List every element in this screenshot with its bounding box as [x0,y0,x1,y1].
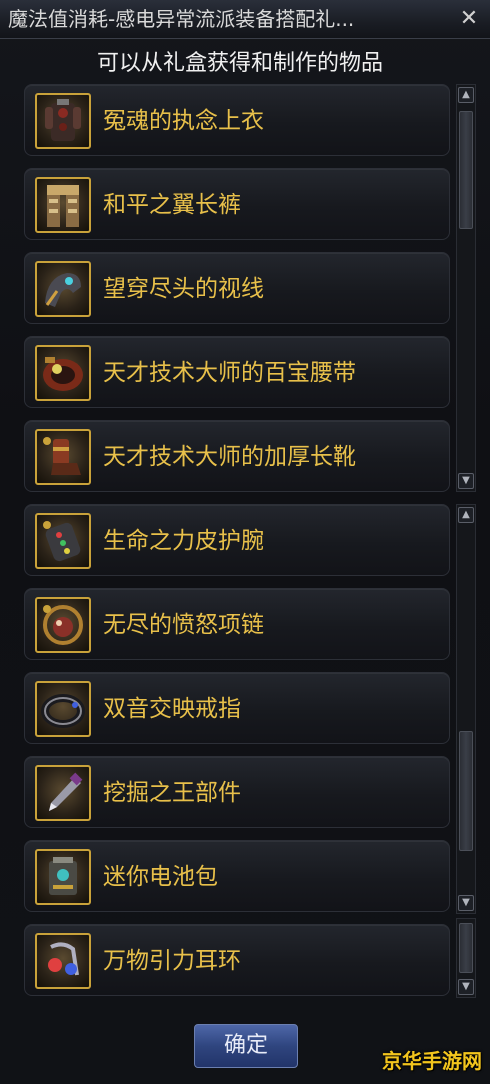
list-item[interactable]: 迷你电池包 [24,840,450,912]
scrollbar-middle[interactable]: ▲ ▼ [456,504,476,914]
battery-pack-icon [35,849,91,905]
item-name: 生命之力皮护腕 [103,528,264,554]
chevron-down-icon: ▼ [462,981,470,992]
item-name: 冤魂的执念上衣 [103,108,264,134]
armor-chest-icon [35,93,91,149]
item-name: 望穿尽头的视线 [103,276,264,302]
scroll-thumb[interactable] [459,111,473,229]
belt-icon [35,345,91,401]
chevron-up-icon: ▲ [462,509,470,520]
scrollbar-upper[interactable]: ▲ ▼ [456,84,476,492]
chevron-up-icon: ▲ [462,89,470,100]
armor-shoulder-icon [35,261,91,317]
bracer-icon [35,513,91,569]
chevron-down-icon: ▼ [462,475,470,486]
item-name: 双音交映戒指 [103,696,241,722]
scroll-down-button[interactable]: ▼ [458,979,474,995]
ok-button[interactable]: 确定 [194,1024,298,1068]
boots-icon [35,429,91,485]
necklace-icon [35,597,91,653]
item-name: 无尽的愤怒项链 [103,612,264,638]
dialog-subtitle: 可以从礼盒获得和制作的物品 [96,51,383,76]
scroll-thumb[interactable] [459,923,473,973]
armor-pants-icon [35,177,91,233]
chevron-down-icon: ▼ [462,897,470,908]
list-item[interactable]: 无尽的愤怒项链 [24,588,450,660]
dialog-window: 魔法值消耗-感电异常流派装备搭配礼... ✕ 可以从礼盒获得和制作的物品 冤魂的… [0,0,490,1084]
close-icon: ✕ [459,6,479,31]
scroll-up-button[interactable]: ▲ [458,507,474,523]
list-item[interactable]: 挖掘之王部件 [24,756,450,828]
item-name: 天才技术大师的加厚长靴 [103,444,356,470]
list-item[interactable]: 望穿尽头的视线 [24,252,450,324]
scroll-thumb[interactable] [459,731,473,851]
scrollbar-lower[interactable]: ▼ [456,918,476,998]
item-name: 和平之翼长裤 [103,192,241,218]
item-list: 冤魂的执念上衣 和平之翼长裤 望穿尽头的视线 天才技术大师的百宝腰带 天才技术大… [24,84,450,1002]
earring-icon [35,933,91,989]
scroll-down-button[interactable]: ▼ [458,895,474,911]
close-button[interactable]: ✕ [456,6,482,32]
scroll-up-button[interactable]: ▲ [458,87,474,103]
item-name: 天才技术大师的百宝腰带 [103,360,356,386]
list-item[interactable]: 冤魂的执念上衣 [24,84,450,156]
item-name: 挖掘之王部件 [103,780,241,806]
title-bar[interactable]: 魔法值消耗-感电异常流派装备搭配礼... ✕ [0,0,490,39]
drill-part-icon [35,765,91,821]
item-name: 万物引力耳环 [103,948,241,974]
list-item[interactable]: 天才技术大师的百宝腰带 [24,336,450,408]
list-item[interactable]: 天才技术大师的加厚长靴 [24,420,450,492]
list-item[interactable]: 生命之力皮护腕 [24,504,450,576]
watermark-logo: 京华手游网 [382,1049,482,1073]
ring-icon [35,681,91,737]
list-item[interactable]: 万物引力耳环 [24,924,450,996]
item-name: 迷你电池包 [103,864,218,890]
list-item[interactable]: 和平之翼长裤 [24,168,450,240]
scroll-down-button[interactable]: ▼ [458,473,474,489]
window-title: 魔法值消耗-感电异常流派装备搭配礼... [8,7,355,31]
list-item[interactable]: 双音交映戒指 [24,672,450,744]
